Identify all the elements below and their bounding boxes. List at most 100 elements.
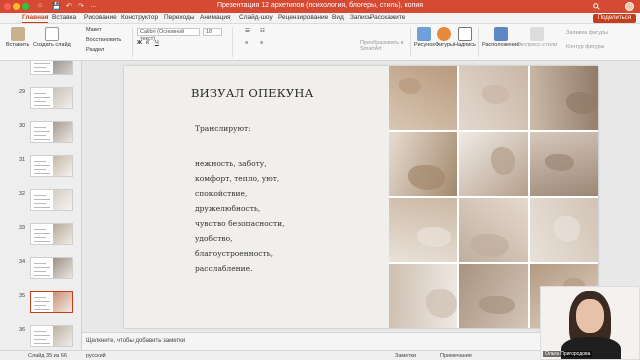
slide-number: 36 [19,327,26,333]
thumbnail-image [53,61,72,74]
arrange-button[interactable]: Расположение [482,27,519,48]
thumbnail-image [53,292,72,312]
slide-thumbnail[interactable] [30,155,73,177]
slide-thumbnail-row[interactable]: 35 [0,291,81,315]
window-title: Презентация 12 архетипов (психология, бл… [216,2,424,9]
slide-subtitle[interactable]: Транслируют: [195,124,251,133]
language-indicator[interactable]: русский [86,353,106,359]
layout-button[interactable]: Макет [86,27,102,33]
slide-list-item: удобство, [195,234,233,243]
quick-styles-button[interactable]: Экспресс-стили [517,27,557,48]
shape-fill-button[interactable]: Заливка фигуры [566,30,608,36]
bullets-icon[interactable]: ☰ [245,28,250,34]
slide-thumbnail[interactable] [30,121,73,143]
tab-6[interactable]: Слайд-шоу [239,14,273,21]
thumbnail-text-line [34,67,46,68]
thumbnail-image [53,190,72,210]
thumbnail-text-line [34,309,50,310]
slide-thumbnail-row[interactable]: 36 [0,325,81,349]
tab-7[interactable]: Рецензирование [278,14,328,21]
slide-thumbnails-panel[interactable]: 28 29 30 31 32 33 34 35 36 [0,61,82,350]
thumbnail-text-line [34,199,50,200]
tab-3[interactable]: Конструктор [121,14,158,21]
thumbnail-image [53,258,72,278]
font-name-select[interactable]: Calibri (Основной текст) [137,28,200,42]
slide-list-item: комфорт, тепло, уют, [195,174,280,183]
slide-thumbnail-row[interactable]: 30 [0,121,81,145]
thumbnail-text-line [34,173,50,174]
underline-button[interactable]: Ч [155,40,159,46]
tab-8[interactable]: Вид [332,14,344,21]
text-box-button[interactable]: Надпись [454,27,476,48]
slide-counter: Слайд 35 из 66 [28,353,67,359]
picture-button[interactable]: Рисунок [414,27,435,48]
thumbnail-text-line [34,135,46,136]
search-icon[interactable] [593,3,600,12]
convert-smartart-button[interactable]: Преобразовать в SmartArt [360,40,408,52]
slide-thumbnail-row[interactable]: 29 [0,87,81,111]
tab-10[interactable]: Расскажите [370,14,405,21]
collage-photo [529,132,598,196]
slide-thumbnail[interactable] [30,61,73,75]
thumbnail-text-line [34,301,50,302]
thumbnail-text-line [34,97,50,98]
numbering-icon[interactable]: ☷ [260,28,265,34]
ribbon-separator [132,27,133,57]
slide-thumbnail-row[interactable]: 33 [0,223,81,247]
thumbnail-text-line [34,105,50,106]
slide-list-item: чувство безопасности, [195,219,285,228]
align-center-icon[interactable]: ≡ [260,40,263,46]
new-slide-icon [44,27,59,41]
photo-object [553,216,580,242]
collage-photo [459,264,528,328]
reset-button[interactable]: Восстановить [86,37,121,43]
share-button[interactable]: Поделиться [592,14,636,23]
slide-thumbnail[interactable] [30,291,73,313]
tab-0[interactable]: Главная [22,14,49,23]
slide-thumbnail[interactable] [30,257,73,279]
slide-bullet-list[interactable]: нежность, заботу, комфорт, тепло, уют, спо… [195,156,285,276]
new-slide-button[interactable]: Создать слайд [33,27,71,48]
shape-outline-button[interactable]: Контур фигуры [566,44,604,50]
tab-2[interactable]: Рисование [84,14,117,21]
tab-1[interactable]: Вставка [52,14,76,21]
photo-object [565,92,598,114]
thumbnail-text-line [34,195,46,196]
title-bar: ⌂ 💾 ↶ ↷ … Презентация 12 архетипов (псих… [0,0,640,13]
font-size-select[interactable]: 18 [203,28,222,36]
photo-object [479,296,516,314]
account-avatar[interactable] [625,2,634,11]
thumbnail-image [53,326,72,346]
arrange-icon [493,27,508,41]
thumbnail-text-line [34,139,50,140]
thumbnail-text-line [34,71,50,72]
slide-thumbnail[interactable] [30,325,73,347]
tab-9[interactable]: Запись [350,14,371,21]
shapes-button[interactable]: Фигуры [435,27,454,48]
slide-number: 33 [19,225,26,231]
section-button[interactable]: Раздел [86,47,104,53]
current-slide[interactable]: ВИЗУАЛ ОПЕКУНА Транслируют: нежность, за… [124,66,598,328]
slide-thumbnail-row[interactable]: 32 [0,189,81,213]
align-left-icon[interactable]: ≡ [245,40,248,46]
ribbon-separator [232,27,233,57]
thumbnail-text-line [34,331,46,332]
slide-thumbnail-row[interactable]: 31 [0,155,81,179]
slide-thumbnail-row[interactable]: 28 [0,61,81,77]
slide-thumbnail[interactable] [30,189,73,211]
collage-photo [459,198,528,262]
slide-title[interactable]: ВИЗУАЛ ОПЕКУНА [191,86,314,100]
italic-button[interactable]: К [146,40,149,46]
collage-photo [529,66,598,130]
slide-thumbnail-row[interactable]: 34 [0,257,81,281]
slide-thumbnail[interactable] [30,87,73,109]
bold-button[interactable]: Ж [137,40,142,46]
thumbnail-text-line [34,263,46,264]
slide-thumbnail[interactable] [30,223,73,245]
tab-4[interactable]: Переходы [164,14,195,21]
paste-button[interactable]: Вставить [6,27,29,48]
tab-5[interactable]: Анимация [200,14,231,21]
presenter-name: Ольга Пригородова [543,351,593,357]
comments-toggle[interactable]: Примечания [440,353,472,359]
notes-toggle[interactable]: Заметки [395,353,416,359]
